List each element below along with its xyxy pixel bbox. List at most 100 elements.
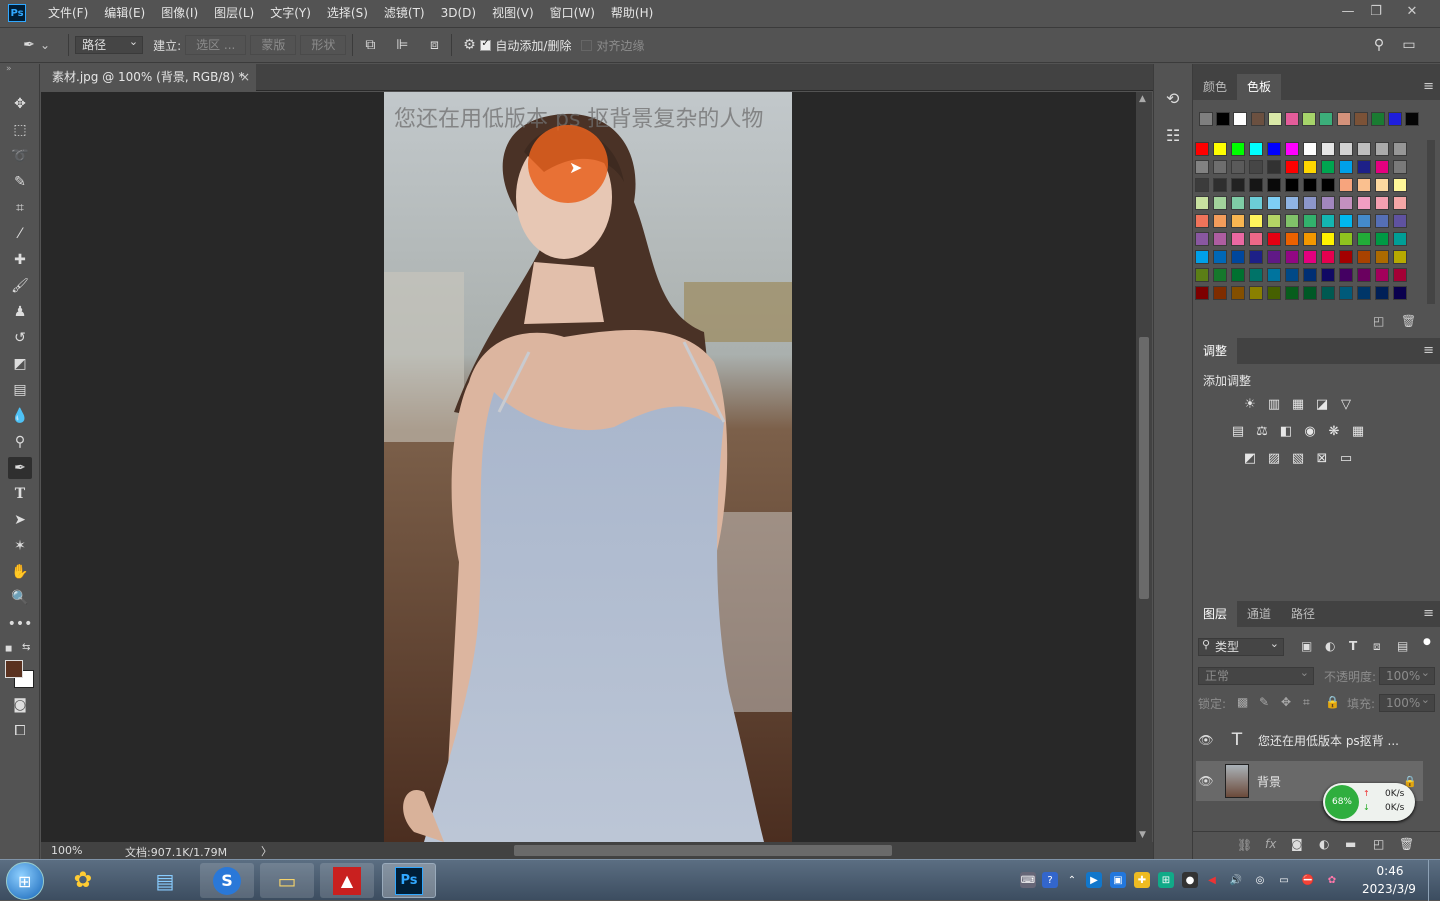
color-swatch[interactable]: [1249, 268, 1263, 282]
menu-edit[interactable]: 编辑(E): [96, 0, 153, 26]
tray-qq-icon[interactable]: ●: [1182, 872, 1198, 888]
color-swatch[interactable]: [1357, 268, 1371, 282]
type-tool-icon[interactable]: T: [8, 483, 32, 505]
gradient-tool-icon[interactable]: ▤: [8, 379, 32, 401]
color-swatch[interactable]: [1249, 196, 1263, 210]
new-swatch-icon[interactable]: ◰: [1373, 314, 1384, 328]
color-swatch[interactable]: [1213, 232, 1227, 246]
menu-filter[interactable]: 滤镜(T): [376, 0, 433, 26]
color-swatch[interactable]: [1339, 196, 1353, 210]
network-speed-widget[interactable]: 68% ↑ ↓ 0K/s 0K/s: [1323, 783, 1415, 821]
tab-swatches[interactable]: 色板: [1237, 74, 1282, 100]
taskbar-app-colors-icon[interactable]: ✿: [58, 863, 108, 898]
photo-filter-icon[interactable]: ◉: [1301, 422, 1319, 440]
tray-volume-icon[interactable]: 🔊: [1228, 872, 1244, 888]
lasso-tool-icon[interactable]: ➰: [8, 145, 32, 167]
color-swatch[interactable]: [1371, 112, 1385, 126]
filter-smart-object-icon[interactable]: ▤: [1397, 639, 1408, 653]
color-swatch[interactable]: [1285, 196, 1299, 210]
color-swatch[interactable]: [1285, 214, 1299, 228]
color-swatch[interactable]: [1231, 268, 1245, 282]
taskbar-app-explorer-icon[interactable]: ▤: [140, 863, 190, 898]
hue-saturation-icon[interactable]: ▤: [1229, 422, 1247, 440]
menu-image[interactable]: 图像(I): [153, 0, 206, 26]
fx-icon[interactable]: fx: [1265, 837, 1276, 851]
screen-mode-icon[interactable]: ⧠: [8, 720, 32, 742]
channel-mixer-icon[interactable]: ❋: [1325, 422, 1343, 440]
preset-dropdown-icon[interactable]: ⌄: [40, 38, 50, 52]
color-swatch[interactable]: [1195, 232, 1209, 246]
menu-3d[interactable]: 3D(D): [433, 0, 484, 26]
start-button[interactable]: ⊞: [6, 862, 44, 900]
color-swatch[interactable]: [1213, 142, 1227, 156]
gradient-map-icon[interactable]: ▭: [1337, 449, 1355, 467]
color-swatch[interactable]: [1267, 286, 1281, 300]
hand-tool-icon[interactable]: ✋: [8, 561, 32, 583]
document-tab[interactable]: 素材.jpg @ 100% (背景, RGB/8) * ×: [41, 64, 256, 91]
color-swatch[interactable]: [1357, 196, 1371, 210]
color-swatch[interactable]: [1393, 178, 1407, 192]
color-swatch[interactable]: [1393, 142, 1407, 156]
color-swatch[interactable]: [1267, 112, 1282, 126]
color-swatch[interactable]: [1321, 250, 1335, 264]
crop-tool-icon[interactable]: ⌗: [8, 197, 32, 219]
color-balance-icon[interactable]: ⚖: [1253, 422, 1271, 440]
tab-paths[interactable]: 路径: [1281, 601, 1325, 627]
path-arrangement-icon[interactable]: ⧈: [423, 34, 445, 56]
document-image[interactable]: 您还在用低版本 ps 抠背景复杂的人物 ➤: [384, 92, 792, 842]
tray-app-icon[interactable]: ⛔: [1300, 872, 1316, 888]
brush-tool-icon[interactable]: 🖌: [8, 275, 32, 297]
new-adjustment-icon[interactable]: ◐: [1319, 837, 1329, 851]
color-swatch[interactable]: [1285, 142, 1299, 156]
auto-add-delete-checkbox[interactable]: [480, 38, 492, 51]
lock-position-icon[interactable]: ✥: [1281, 695, 1291, 709]
color-swatch[interactable]: [1357, 160, 1371, 174]
path-alignment-icon[interactable]: ⊫: [391, 34, 413, 56]
eraser-tool-icon[interactable]: ◩: [8, 353, 32, 375]
color-swatch[interactable]: [1393, 196, 1407, 210]
color-swatch[interactable]: [1303, 160, 1317, 174]
properties-panel-icon[interactable]: ☷: [1166, 126, 1180, 145]
eye-icon[interactable]: 👁: [1196, 774, 1216, 788]
vibrance-icon[interactable]: ▽: [1337, 395, 1355, 413]
clock-time[interactable]: 0:46: [1360, 864, 1420, 878]
tab-color[interactable]: 颜色: [1193, 74, 1237, 100]
color-swatch[interactable]: [1231, 142, 1245, 156]
tray-app-icon[interactable]: ▣: [1110, 872, 1126, 888]
tray-keyboard-icon[interactable]: ⌨: [1020, 872, 1036, 888]
color-swatch[interactable]: [1321, 268, 1335, 282]
color-swatch[interactable]: [1357, 286, 1371, 300]
color-swatch[interactable]: [1213, 196, 1227, 210]
show-desktop-button[interactable]: [1428, 860, 1440, 901]
color-swatch[interactable]: [1250, 112, 1265, 126]
color-swatch[interactable]: [1285, 160, 1299, 174]
color-swatch[interactable]: [1339, 268, 1353, 282]
tray-app-icon[interactable]: ✚: [1134, 872, 1150, 888]
color-swatch[interactable]: [1231, 250, 1245, 264]
color-swatch[interactable]: [1321, 214, 1335, 228]
color-swatch[interactable]: [1353, 112, 1368, 126]
clock-date[interactable]: 2023/3/9: [1356, 882, 1422, 896]
color-swatch[interactable]: [1339, 178, 1353, 192]
tab-adjustments[interactable]: 调整: [1193, 338, 1238, 364]
color-swatch[interactable]: [1231, 178, 1245, 192]
blur-tool-icon[interactable]: 💧: [8, 405, 32, 427]
menu-file[interactable]: 文件(F): [40, 0, 96, 26]
color-swatch[interactable]: [1357, 178, 1371, 192]
brightness-icon[interactable]: ☀: [1241, 395, 1259, 413]
color-swatch[interactable]: [1393, 160, 1407, 174]
clone-stamp-tool-icon[interactable]: ♟: [8, 301, 32, 323]
make-mask-button[interactable]: 蒙版: [250, 35, 297, 55]
workspace-icon[interactable]: ▭: [1398, 34, 1420, 56]
taskbar-app-folder-icon[interactable]: ▭: [260, 863, 314, 898]
menu-layer[interactable]: 图层(L): [206, 0, 262, 26]
color-swatch[interactable]: [1339, 214, 1353, 228]
color-swatch[interactable]: [1195, 160, 1209, 174]
tray-help-icon[interactable]: ?: [1042, 872, 1058, 888]
curves-icon[interactable]: ▦: [1289, 395, 1307, 413]
gear-icon[interactable]: ⚙: [458, 34, 480, 56]
pen-tool-icon[interactable]: ✒: [8, 457, 32, 479]
posterize-icon[interactable]: ▨: [1265, 449, 1283, 467]
color-swatch[interactable]: [1375, 196, 1389, 210]
exposure-icon[interactable]: ◪: [1313, 395, 1331, 413]
